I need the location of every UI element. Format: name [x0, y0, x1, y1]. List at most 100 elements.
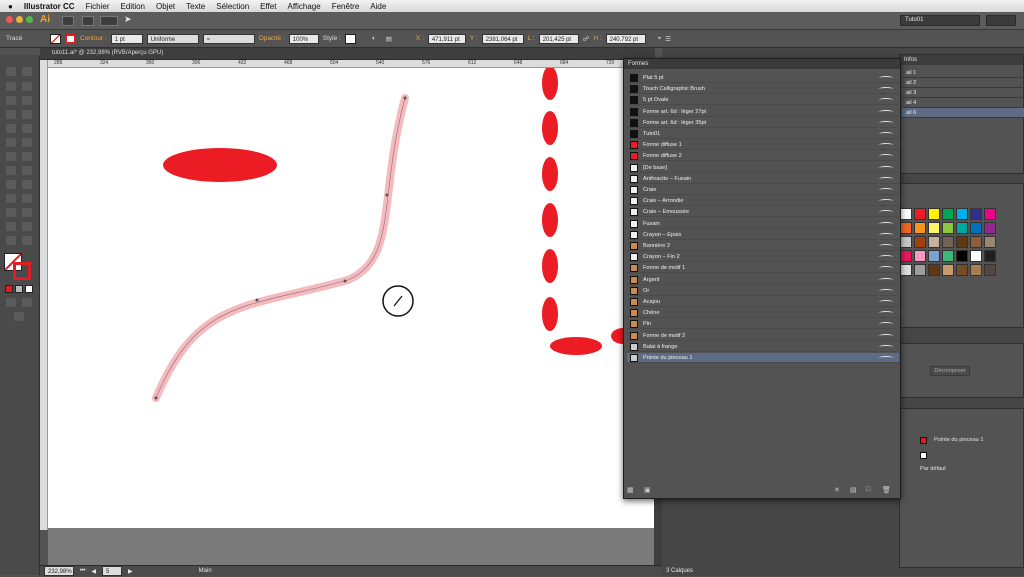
menu-texte[interactable]: Texte — [186, 2, 205, 11]
color-swatch[interactable] — [970, 250, 982, 262]
brush-item[interactable]: Forme de motif 1 — [627, 263, 899, 274]
brushes-panel-tab[interactable]: Formes — [624, 59, 900, 69]
color-swatch[interactable] — [956, 250, 968, 262]
brush-item[interactable]: [De base] — [627, 163, 899, 173]
menu-fichier[interactable]: Fichier — [86, 2, 110, 11]
anchor-point[interactable] — [343, 279, 347, 283]
height-input[interactable]: 240,792 pt — [605, 33, 646, 44]
x-input[interactable]: 471,911 pt — [427, 33, 466, 44]
fill-swatch[interactable] — [50, 33, 61, 44]
menu-edition[interactable]: Edition — [121, 2, 145, 11]
layers-panel-tab[interactable]: Infos — [900, 55, 1023, 65]
color-swatch[interactable] — [942, 250, 954, 262]
brush-item[interactable]: Pointe du pinceau 1 — [627, 353, 899, 363]
anchor-point[interactable] — [154, 396, 158, 400]
color-swatch[interactable] — [942, 236, 954, 248]
selection-tool-icon[interactable] — [6, 67, 16, 76]
color-swatch[interactable] — [970, 222, 982, 234]
color-swatch[interactable] — [914, 250, 926, 262]
color-swatch[interactable] — [984, 264, 996, 276]
stroke-swatch[interactable] — [65, 33, 76, 44]
stock-icon[interactable] — [82, 16, 94, 26]
color-swatch[interactable] — [928, 264, 940, 276]
color-swatch[interactable] — [956, 264, 968, 276]
menu-objet[interactable]: Objet — [156, 2, 175, 11]
menu-affichage[interactable]: Affichage — [287, 2, 320, 11]
remove-brush-stroke-icon[interactable]: ✕ — [834, 486, 840, 494]
brush-item[interactable]: Argent — [627, 275, 899, 285]
color-swatch[interactable] — [984, 222, 996, 234]
brush-item[interactable]: Bannière 2 — [627, 241, 899, 251]
apple-icon[interactable]: ● — [8, 2, 13, 11]
color-swatch[interactable] — [928, 250, 940, 262]
free-transform-tool-icon[interactable] — [22, 166, 32, 175]
decomposer-button[interactable]: Décomposer — [930, 366, 970, 376]
color-swatch[interactable] — [928, 208, 940, 220]
ellipse-tool-icon[interactable] — [6, 124, 16, 133]
menu-fenetre[interactable]: Fenêtre — [332, 2, 360, 11]
stroke-color-box[interactable] — [13, 262, 31, 280]
graphic-style-swatch[interactable] — [344, 33, 356, 44]
opacity-input[interactable]: 100% — [288, 33, 319, 44]
delete-brush-icon[interactable]: 🗑 — [882, 486, 891, 494]
arrange-documents-icon[interactable] — [100, 16, 118, 26]
mesh-tool-icon[interactable] — [6, 194, 16, 203]
brush-item[interactable]: Crayon – Epais — [627, 230, 899, 240]
control-menu-icon[interactable]: ☰ — [665, 35, 671, 43]
bridge-icon[interactable] — [62, 16, 74, 26]
color-swatch[interactable] — [970, 264, 982, 276]
eyedropper-tool-icon[interactable] — [6, 208, 16, 217]
brush-item[interactable]: Chêne — [627, 308, 899, 319]
brush-item[interactable]: Touch Calligraphic Brush — [627, 84, 899, 95]
new-brush-icon[interactable]: □ — [866, 486, 870, 493]
color-swatch[interactable] — [900, 250, 912, 262]
brush-item[interactable]: Or — [627, 286, 899, 296]
color-swatch[interactable] — [900, 264, 912, 276]
brush-item[interactable]: Pin — [627, 319, 899, 330]
color-swatch[interactable] — [914, 264, 926, 276]
menu-selection[interactable]: Sélection — [216, 2, 249, 11]
rotate-tool-icon[interactable] — [6, 152, 16, 161]
gpu-performance-icon[interactable]: ➤ — [124, 14, 132, 25]
brush-item[interactable]: Craie — [627, 185, 899, 195]
color-mode-icon[interactable] — [5, 285, 13, 293]
change-screen-mode-icon[interactable] — [14, 312, 24, 321]
pen-tool-icon[interactable] — [6, 96, 16, 105]
brush-item[interactable]: Craie – Emoussée — [627, 207, 899, 218]
lasso-tool-icon[interactable] — [22, 82, 32, 91]
next-artboard-icon[interactable]: ▶ — [128, 568, 133, 575]
brush-item[interactable]: Forme art. 6d : léger 35pt — [627, 118, 899, 128]
brush-item[interactable]: Acajou — [627, 297, 899, 307]
gradient-mode-icon[interactable] — [15, 285, 23, 293]
menu-aide[interactable]: Aide — [370, 2, 386, 11]
paintbrush-tool-icon[interactable] — [22, 124, 32, 133]
color-swatch[interactable] — [900, 236, 912, 248]
layer-row-selected[interactable]: ail 6 — [902, 108, 1024, 118]
anchor-point[interactable] — [403, 96, 407, 100]
color-swatch[interactable] — [942, 222, 954, 234]
brush-item[interactable]: Craie – Arrondie — [627, 196, 899, 207]
curvature-tool-icon[interactable] — [22, 96, 32, 105]
brush-item[interactable]: Crayon – Fin 2 — [627, 252, 899, 263]
width-tool-icon[interactable] — [6, 166, 16, 175]
constrain-proportions-icon[interactable]: ☍ — [583, 35, 590, 43]
vertical-ruler[interactable] — [40, 60, 48, 530]
minimize-window-button[interactable] — [16, 16, 23, 23]
layer-row[interactable]: ail 3 — [902, 88, 1024, 98]
zoom-tool-icon[interactable] — [22, 236, 32, 245]
draw-mode-icon[interactable] — [6, 298, 16, 307]
color-swatch[interactable] — [942, 264, 954, 276]
anchor-point[interactable] — [255, 298, 259, 302]
color-swatch[interactable] — [970, 236, 982, 248]
graph-tool-icon[interactable] — [22, 222, 32, 231]
recolor-icon[interactable]: ◐ — [372, 35, 376, 42]
screen-mode-icon[interactable] — [22, 298, 32, 307]
opacity-label[interactable]: Opacité : — [259, 35, 285, 42]
first-artboard-icon[interactable]: ⏮ — [80, 568, 85, 575]
type-tool-icon[interactable] — [6, 110, 16, 119]
scale-tool-icon[interactable] — [22, 152, 32, 161]
brush-item[interactable]: Plat 5 pt — [627, 73, 899, 83]
brush-definition-select[interactable]: ≈ — [202, 33, 255, 44]
perspective-tool-icon[interactable] — [22, 180, 32, 189]
brush-stroke-path[interactable] — [152, 94, 409, 402]
